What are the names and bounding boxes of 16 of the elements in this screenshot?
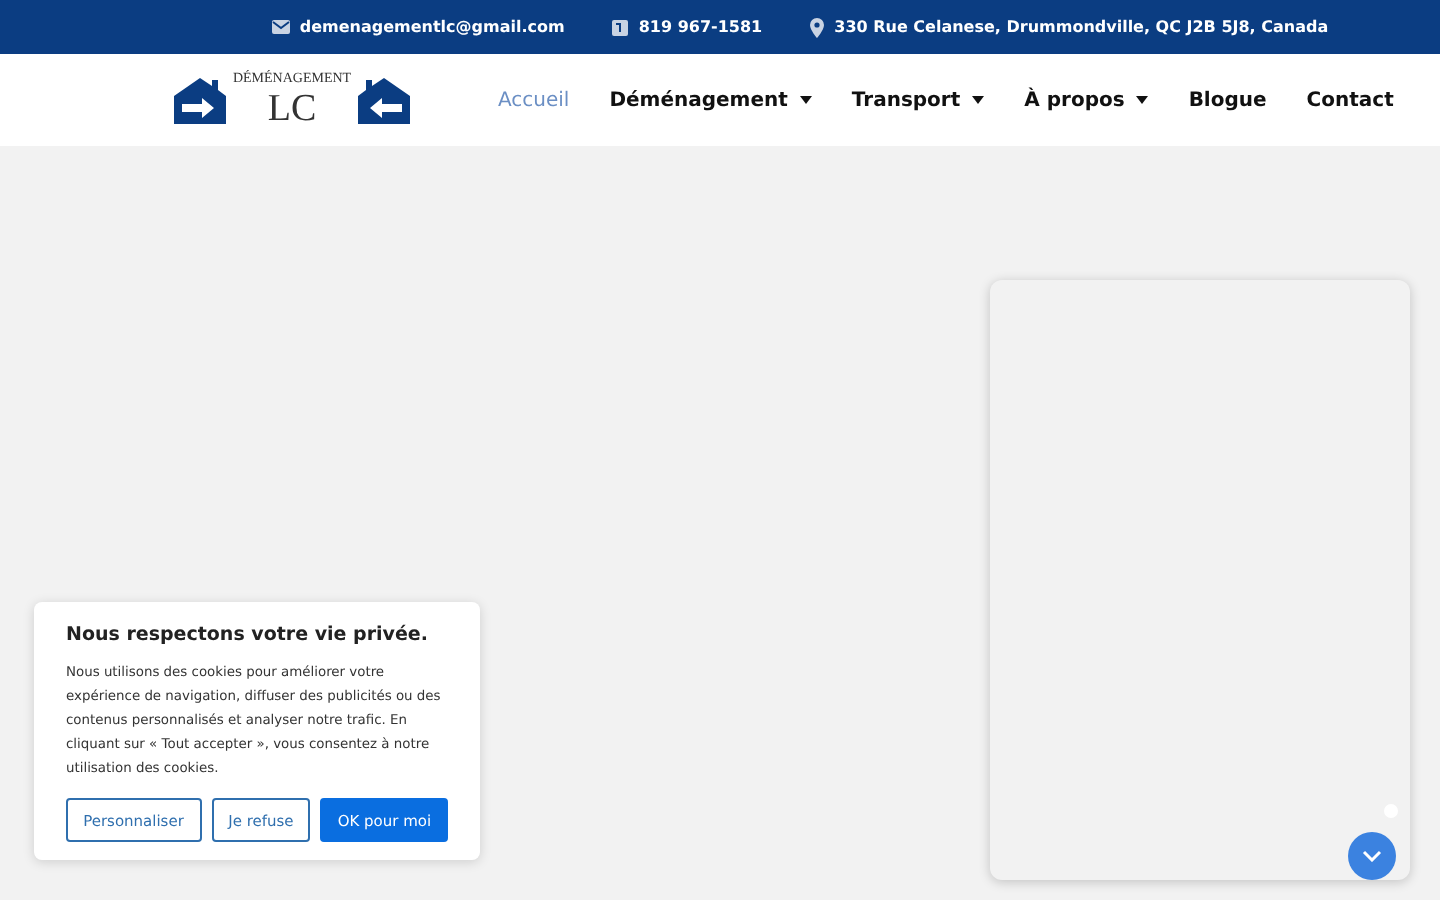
email-link[interactable]: demenagementlc@gmail.com bbox=[299, 15, 565, 39]
nav-link[interactable]: Déménagement bbox=[609, 85, 812, 115]
cookie-title: Nous respectons votre vie privée. bbox=[66, 622, 430, 650]
address-text: 330 Rue Celanese, Drummondville, QC J2B 5J8, Canada bbox=[834, 15, 1329, 39]
chevron-down-icon bbox=[1362, 850, 1382, 862]
house-arrow-icon bbox=[358, 77, 410, 123]
nav-link[interactable]: À propos bbox=[1024, 85, 1149, 115]
nav-link[interactable]: Contact bbox=[1306, 85, 1394, 115]
nav-link[interactable]: Blogue bbox=[1188, 85, 1267, 115]
nav-link[interactable]: Transport bbox=[851, 85, 985, 115]
house-arrow-icon bbox=[174, 77, 226, 123]
envelope-icon bbox=[271, 20, 290, 34]
phone-link[interactable]: 819 967-1581 bbox=[638, 15, 763, 39]
phone-square-icon bbox=[612, 19, 629, 35]
map-pin-icon bbox=[810, 17, 825, 37]
logo-text: LC bbox=[267, 90, 317, 128]
